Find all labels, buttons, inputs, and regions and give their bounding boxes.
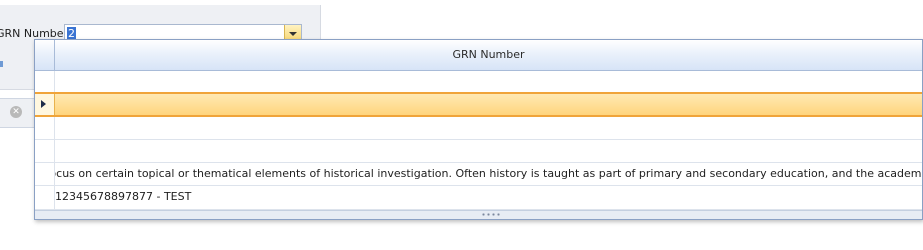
grid-header: GRN Number — [35, 40, 922, 71]
grn-cell[interactable] — [55, 94, 922, 115]
table-row[interactable] — [35, 71, 922, 93]
popup-resize-bar[interactable] — [35, 210, 922, 219]
row-indicator — [35, 94, 55, 115]
grn-cell[interactable] — [55, 140, 922, 162]
row-pointer-icon — [41, 100, 46, 108]
grn-cell[interactable] — [55, 117, 922, 139]
grn-cell[interactable]: 12345678897877 - TEST — [55, 186, 922, 209]
table-row[interactable] — [35, 140, 922, 163]
grn-cell-text: ı focus on certain topical or thematical… — [55, 167, 922, 180]
row-indicator — [35, 140, 55, 162]
clear-icon[interactable]: ✕ — [10, 106, 22, 118]
row-indicator — [35, 71, 55, 92]
table-row[interactable]: ı focus on certain topical or thematical… — [35, 163, 922, 186]
grn-lookup-popup: GRN Number ı focus on certain topical or… — [34, 39, 923, 220]
table-row[interactable] — [35, 117, 922, 140]
column-header-grn-number[interactable]: GRN Number — [55, 40, 922, 70]
row-indicator-header — [35, 40, 55, 70]
table-row-selected[interactable] — [35, 92, 922, 117]
grn-cell[interactable] — [55, 71, 922, 92]
resize-grip-icon[interactable] — [481, 213, 501, 216]
side-marker — [0, 61, 3, 67]
row-indicator — [35, 186, 55, 209]
row-indicator — [35, 117, 55, 139]
table-row[interactable]: 12345678897877 - TEST — [35, 186, 922, 210]
grn-cell[interactable]: ı focus on certain topical or thematical… — [55, 163, 922, 185]
row-indicator — [35, 163, 55, 185]
